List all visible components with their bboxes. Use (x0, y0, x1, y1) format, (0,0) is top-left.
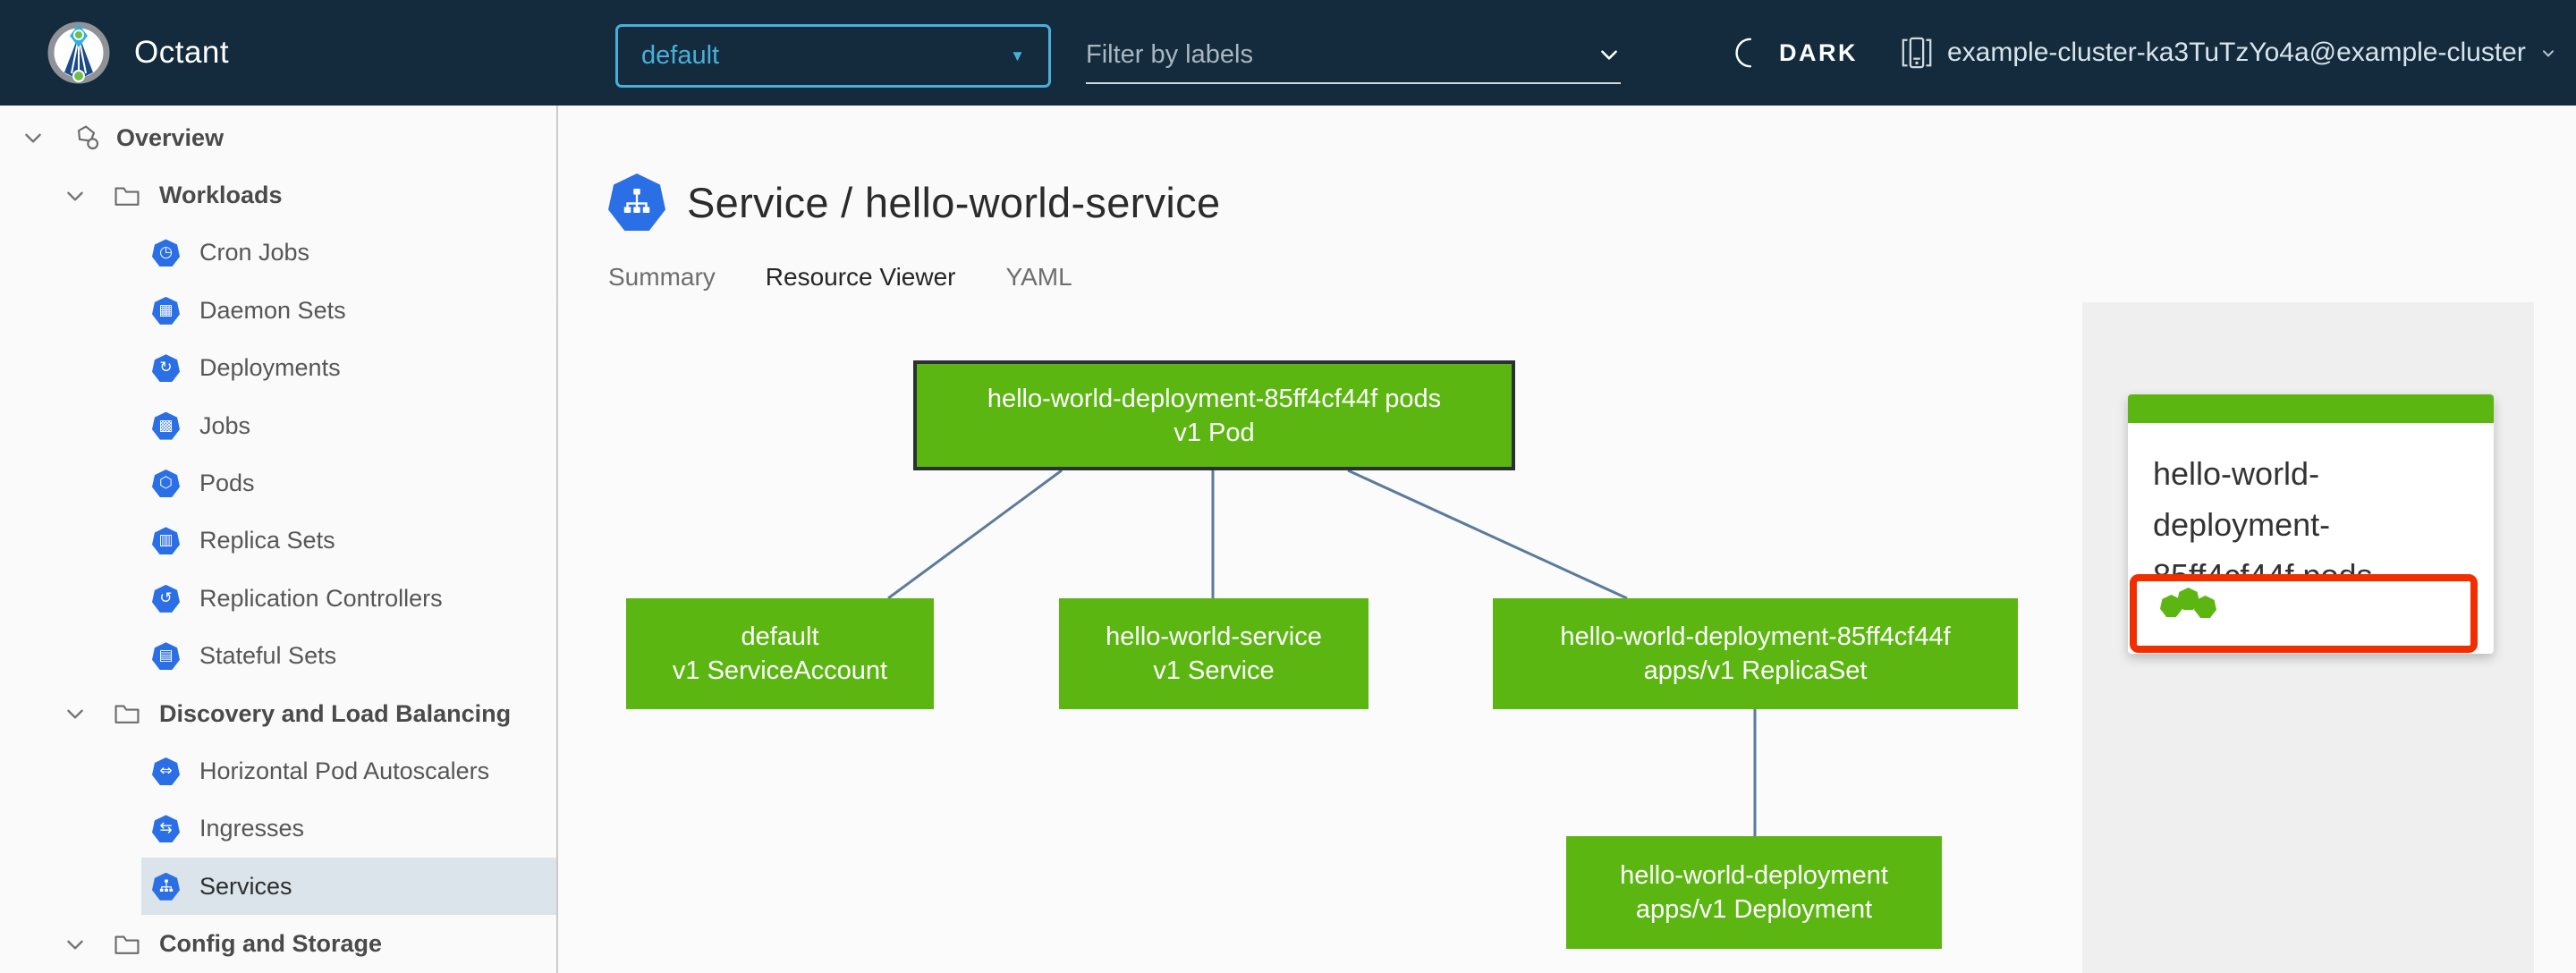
app-header: Octant default ▼ Filter by labels DARK e… (0, 0, 2576, 106)
label-filter-input[interactable]: Filter by labels (1086, 27, 1621, 84)
sidebar-item-replication-controllers[interactable]: ↺ Replication Controllers (141, 570, 556, 627)
graph-node-service[interactable]: hello-world-service v1 Service (1059, 598, 1368, 709)
sidebar: Overview Workloads ◷ Cron Jobs ▦ Daemon Sets ↻… (0, 106, 558, 973)
deployments-icon: ↻ (152, 354, 180, 383)
replica-sets-icon: ▥ (152, 527, 180, 555)
sidebar-item-label: Stateful Sets (199, 642, 337, 670)
sidebar-item-label: Pods (199, 470, 255, 497)
node-title: hello-world-deployment (1620, 861, 1888, 890)
objects-icon (72, 123, 101, 152)
sidebar-item-label: Cron Jobs (199, 239, 310, 267)
sidebar-item-label: Jobs (199, 411, 251, 439)
sidebar-item-horizontal-pod-autoscalers[interactable]: ⇔ Horizontal Pod Autoscalers (141, 742, 556, 800)
ingresses-icon: ⇆ (152, 815, 180, 843)
caret-down-icon: ▼ (1010, 47, 1025, 64)
node-title: hello-world-deployment-85ff4cf44f (1560, 622, 1951, 651)
cluster-context-menu[interactable]: example-cluster-ka3TuTzYo4a@example-clus… (1900, 0, 2557, 106)
sidebar-item-overview[interactable]: Overview (0, 109, 556, 166)
sidebar-item-label: Daemon Sets (199, 296, 346, 324)
sidebar-item-label: Services (199, 872, 292, 900)
sidebar-item-label: Replication Controllers (199, 584, 443, 612)
sidebar-item-pods[interactable]: ⬡ Pods (141, 454, 556, 512)
graph-node-replica-set[interactable]: hello-world-deployment-85ff4cf44f apps/v1… (1493, 598, 2018, 709)
graph-node-deployment[interactable]: hello-world-deployment apps/v1 Deployment (1566, 836, 1942, 949)
tab-yaml[interactable]: YAML (988, 252, 1090, 308)
page-title-row: Service / hello-world-service (558, 106, 2576, 231)
resource-card: hello-world-deployment-85ff4cf44f pods (2128, 394, 2494, 654)
dark-mode-toggle[interactable]: DARK (1730, 0, 1858, 106)
namespace-selector[interactable]: default ▼ (615, 24, 1051, 88)
sidebar-item-replica-sets[interactable]: ▥ Replica Sets (141, 512, 556, 570)
sidebar-item-label: Config and Storage (159, 930, 382, 958)
sidebar-item-deployments[interactable]: ↻ Deployments (141, 340, 556, 397)
octant-app: Octant default ▼ Filter by labels DARK e… (0, 0, 2576, 973)
node-subtitle: apps/v1 ReplicaSet (1643, 656, 1868, 685)
octant-logo (47, 21, 110, 84)
node-subtitle: v1 Service (1153, 656, 1275, 685)
content-header: Service / hello-world-service Summary Res… (558, 106, 2576, 309)
folder-icon (113, 930, 141, 959)
chevron-down-icon (2542, 50, 2554, 57)
node-title: hello-world-deployment-85ff4cf44f pods (987, 384, 1442, 413)
pod-status-box[interactable] (2130, 574, 2478, 653)
sidebar-item-cron-jobs[interactable]: ◷ Cron Jobs (141, 224, 556, 282)
cluster-icon (1902, 37, 1932, 69)
sidebar-item-jobs[interactable]: ▩ Jobs (141, 397, 556, 454)
graph-node-pod[interactable]: hello-world-deployment-85ff4cf44f pods v1… (913, 360, 1515, 470)
cluster-context-label: example-cluster-ka3TuTzYo4a@example-clus… (1947, 38, 2526, 67)
graph-edge-2 (1347, 469, 1628, 600)
chevron-down-icon[interactable] (64, 702, 87, 725)
sidebar-item-label: Ingresses (199, 815, 305, 842)
sidebar-item-label: Discovery and Load Balancing (159, 699, 512, 727)
node-subtitle: v1 ServiceAccount (672, 656, 888, 685)
card-status-bar (2128, 394, 2494, 423)
sidebar-item-ingresses[interactable]: ⇆ Ingresses (141, 800, 556, 858)
tab-summary[interactable]: Summary (590, 252, 733, 308)
chevron-down-icon[interactable] (64, 184, 87, 207)
sidebar-item-services[interactable]: Services (141, 858, 556, 916)
tab-resource-viewer[interactable]: Resource Viewer (747, 252, 974, 309)
chevron-down-icon[interactable] (64, 933, 87, 956)
daemon-sets-icon: ▦ (152, 296, 180, 325)
app-title: Octant (134, 35, 230, 70)
chevron-down-icon[interactable] (21, 126, 45, 149)
sidebar-item-daemon-sets[interactable]: ▦ Daemon Sets (141, 282, 556, 339)
sidebar-item-stateful-sets[interactable]: ▤ Stateful Sets (141, 628, 556, 685)
replication-controllers-icon: ↺ (152, 584, 180, 613)
dark-mode-label: DARK (1779, 38, 1858, 66)
detail-panel: hello-world-deployment-85ff4cf44f pods (2082, 302, 2534, 973)
service-kind-icon (608, 173, 665, 231)
jobs-icon: ▩ (152, 411, 180, 440)
sidebar-item-discovery-and-load-balancing[interactable]: Discovery and Load Balancing (0, 685, 556, 742)
namespace-value: default (641, 41, 720, 70)
node-title: hello-world-service (1106, 622, 1322, 651)
sidebar-item-label: Workloads (159, 182, 283, 209)
graph-edge-0 (887, 469, 1063, 600)
services-icon (152, 872, 180, 901)
folder-icon (113, 699, 141, 728)
sidebar-item-config-and-storage[interactable]: Config and Storage (0, 915, 556, 972)
pods-icon: ⬡ (152, 470, 180, 498)
resource-graph: hello-world-deployment-85ff4cf44f pods v1… (558, 302, 2082, 973)
sidebar-item-label: Replica Sets (199, 527, 335, 554)
label-filter-placeholder: Filter by labels (1086, 39, 1253, 69)
page-title: Service / hello-world-service (687, 178, 1221, 226)
sidebar-item-workloads[interactable]: Workloads (0, 166, 556, 224)
folder-icon (113, 182, 141, 210)
node-subtitle: v1 Pod (1174, 418, 1255, 447)
workspace: hello-world-deployment-85ff4cf44f pods v1… (558, 302, 2534, 973)
graph-node-service-account[interactable]: default v1 ServiceAccount (626, 598, 934, 709)
brand: Octant (47, 0, 229, 106)
horizontal-pod-autoscalers-icon: ⇔ (152, 757, 180, 785)
stateful-sets-icon: ▤ (152, 642, 180, 671)
node-subtitle: apps/v1 Deployment (1635, 895, 1873, 924)
sidebar-item-label: Deployments (199, 354, 341, 382)
node-title: default (741, 622, 819, 651)
sidebar-item-label: Horizontal Pod Autoscalers (199, 757, 490, 784)
moon-icon (1735, 38, 1752, 68)
chevron-down-icon[interactable] (1597, 43, 1621, 66)
cron-jobs-icon: ◷ (152, 239, 180, 267)
sidebar-item-label: Overview (116, 123, 225, 151)
tab-bar: Summary Resource Viewer YAML (558, 252, 2534, 309)
